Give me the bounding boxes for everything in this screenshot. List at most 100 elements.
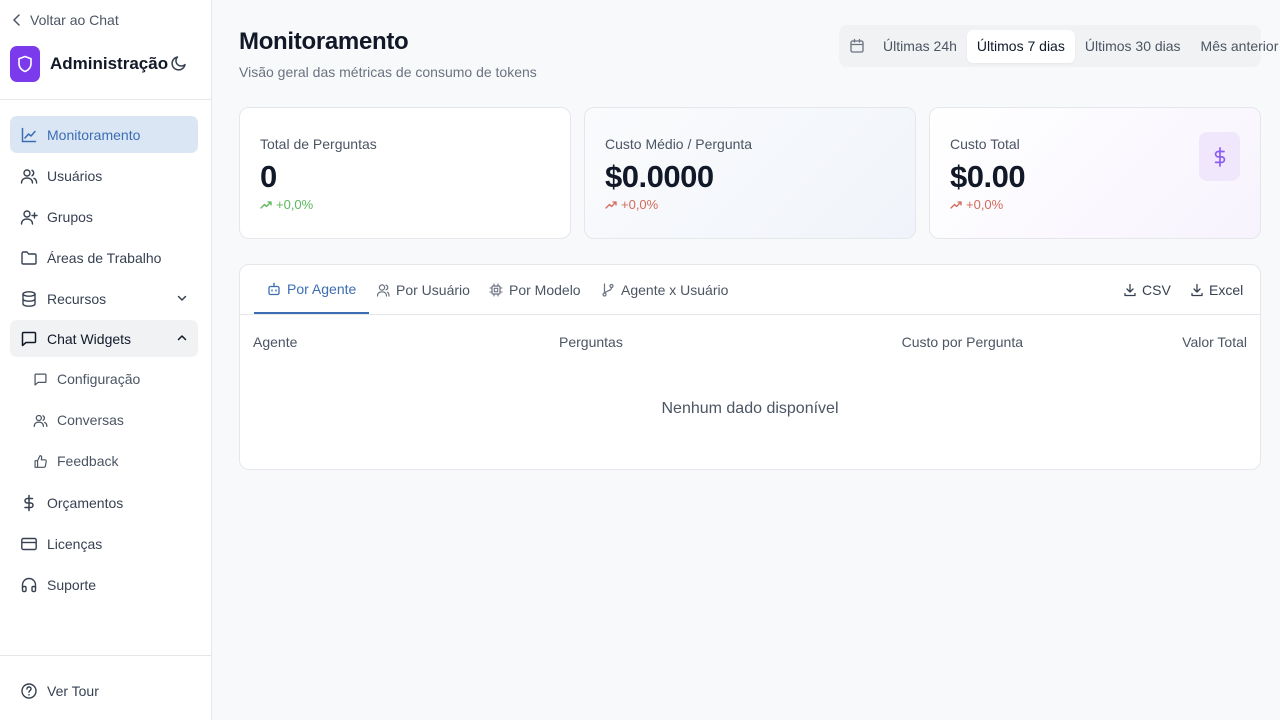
help-circle-icon: [20, 682, 38, 700]
chevron-up-icon: [176, 332, 188, 344]
moon-icon: [170, 54, 188, 72]
page-title: Monitoramento: [239, 28, 409, 55]
back-to-chat-link[interactable]: Voltar ao Chat: [12, 10, 119, 30]
stat-trend: +0,0%: [260, 197, 313, 212]
range-option-24h[interactable]: Últimas 24h: [873, 30, 967, 63]
sidebar-item-orcamentos[interactable]: Orçamentos: [10, 484, 198, 521]
stat-value: $0.00: [950, 159, 1026, 194]
brand: Administração: [10, 46, 190, 82]
download-icon: [1190, 283, 1204, 297]
users-icon: [32, 412, 48, 428]
stat-trend: +0,0%: [950, 197, 1003, 212]
theme-toggle-button[interactable]: [168, 52, 190, 74]
database-icon: [20, 290, 38, 308]
column-header-perguntas[interactable]: Perguntas: [559, 334, 623, 350]
column-header-agente[interactable]: Agente: [253, 334, 297, 350]
date-range-selector: Últimas 24h Últimos 7 dias Últimos 30 di…: [839, 25, 1278, 67]
stat-trend-value: +0,0%: [621, 197, 659, 212]
trending-up-icon: [605, 200, 617, 210]
sidebar: Voltar ao Chat Administração Monitoramen…: [0, 0, 212, 720]
sidebar-subitem-feedback[interactable]: Feedback: [20, 444, 198, 478]
export-excel-label: Excel: [1209, 282, 1244, 298]
user-icon: [376, 283, 390, 297]
chevron-left-icon: [12, 14, 22, 26]
cpu-icon: [489, 282, 503, 297]
tab-bar: Por Agente Por Usuário Por Modelo Agente…: [240, 265, 1260, 315]
message-square-icon: [20, 330, 38, 348]
tab-por-modelo[interactable]: Por Modelo: [476, 265, 594, 314]
dollar-icon: [20, 494, 38, 512]
sidebar-item-label: Orçamentos: [47, 494, 124, 511]
stat-card-total-questions: Total de Perguntas 0 +0,0%: [239, 107, 571, 239]
column-header-custo-por-pergunta[interactable]: Custo por Pergunta: [902, 334, 1023, 350]
headphones-icon: [20, 576, 38, 594]
stat-value: $0.0000: [605, 159, 714, 194]
dollar-icon: [1199, 132, 1240, 181]
sidebar-item-licencas[interactable]: Licenças: [10, 525, 198, 562]
sidebar-title: Administração: [50, 54, 169, 73]
sidebar-item-grupos[interactable]: Grupos: [10, 198, 198, 235]
range-option-30d[interactable]: Últimos 30 dias: [1075, 30, 1191, 63]
sidebar-subitem-configuracao[interactable]: Configuração: [20, 362, 198, 396]
user-plus-icon: [20, 208, 38, 226]
sidebar-item-usuarios[interactable]: Usuários: [10, 157, 198, 194]
tab-por-usuario[interactable]: Por Usuário: [363, 265, 483, 314]
sidebar-divider-bottom: [0, 655, 211, 656]
sidebar-item-chat-widgets[interactable]: Chat Widgets: [10, 320, 198, 357]
stat-card-total-cost: Custo Total $0.00 +0,0%: [929, 107, 1261, 239]
users-icon: [20, 167, 38, 185]
sidebar-divider-top: [0, 99, 211, 100]
sidebar-item-suporte[interactable]: Suporte: [10, 566, 198, 603]
tour-label: Ver Tour: [47, 682, 99, 699]
column-header-valor-total[interactable]: Valor Total: [1182, 334, 1247, 350]
stat-label: Custo Médio / Pergunta: [605, 136, 753, 152]
stat-value: 0: [260, 159, 277, 194]
sidebar-item-label: Grupos: [47, 208, 93, 225]
line-chart-icon: [20, 126, 38, 144]
trending-up-icon: [260, 200, 272, 210]
message-square-icon: [32, 371, 48, 387]
tab-agente-x-usuario[interactable]: Agente x Usuário: [588, 265, 741, 314]
git-branch-icon: [601, 282, 615, 297]
calendar-icon: [849, 38, 865, 54]
usage-table-panel: Por Agente Por Usuário Por Modelo Agente…: [239, 264, 1261, 470]
chevron-down-icon: [176, 292, 188, 304]
download-icon: [1123, 283, 1137, 297]
sidebar-item-label: Usuários: [47, 167, 103, 184]
sidebar-item-recursos[interactable]: Recursos: [10, 280, 198, 317]
sidebar-item-label: Áreas de Trabalho: [47, 249, 162, 266]
bot-icon: [267, 282, 281, 296]
sidebar-item-label: Licenças: [47, 535, 103, 552]
sidebar-item-monitoramento[interactable]: Monitoramento: [10, 116, 198, 153]
range-option-previous-month[interactable]: Mês anterior: [1191, 30, 1280, 63]
sidebar-item-label: Chat Widgets: [47, 330, 132, 347]
stat-label: Total de Perguntas: [260, 136, 377, 152]
empty-state-message: Nenhum dado disponível: [661, 400, 839, 417]
sidebar-subitem-conversas[interactable]: Conversas: [20, 403, 198, 437]
back-to-chat-label: Voltar ao Chat: [30, 12, 119, 28]
range-option-7d[interactable]: Últimos 7 dias: [966, 29, 1075, 63]
stat-trend-value: +0,0%: [966, 197, 1004, 212]
folder-icon: [20, 249, 38, 267]
tour-button[interactable]: Ver Tour: [10, 672, 198, 709]
stat-label: Custo Total: [950, 136, 1020, 152]
tab-label: Por Agente: [287, 280, 357, 297]
tab-label: Por Modelo: [509, 281, 581, 298]
page-subtitle: Visão geral das métricas de consumo de t…: [239, 64, 537, 80]
sidebar-subitem-label: Feedback: [57, 453, 119, 469]
sidebar-item-label: Suporte: [47, 576, 97, 593]
sidebar-item-label: Monitoramento: [47, 126, 141, 143]
stat-card-average-cost: Custo Médio / Pergunta $0.0000 +0,0%: [584, 107, 916, 239]
tab-label: Por Usuário: [396, 281, 470, 298]
sidebar-subitem-label: Conversas: [57, 412, 124, 428]
stat-trend: +0,0%: [605, 197, 658, 212]
tab-label: Agente x Usuário: [621, 281, 729, 298]
export-excel-button[interactable]: Excel: [1190, 265, 1243, 315]
sidebar-item-areas-de-trabalho[interactable]: Áreas de Trabalho: [10, 239, 198, 276]
stat-trend-value: +0,0%: [276, 197, 314, 212]
tab-por-agente[interactable]: Por Agente: [254, 265, 370, 314]
thumbs-up-icon: [32, 453, 48, 469]
export-csv-button[interactable]: CSV: [1123, 265, 1171, 315]
credit-card-icon: [20, 535, 38, 553]
trending-up-icon: [950, 200, 962, 210]
